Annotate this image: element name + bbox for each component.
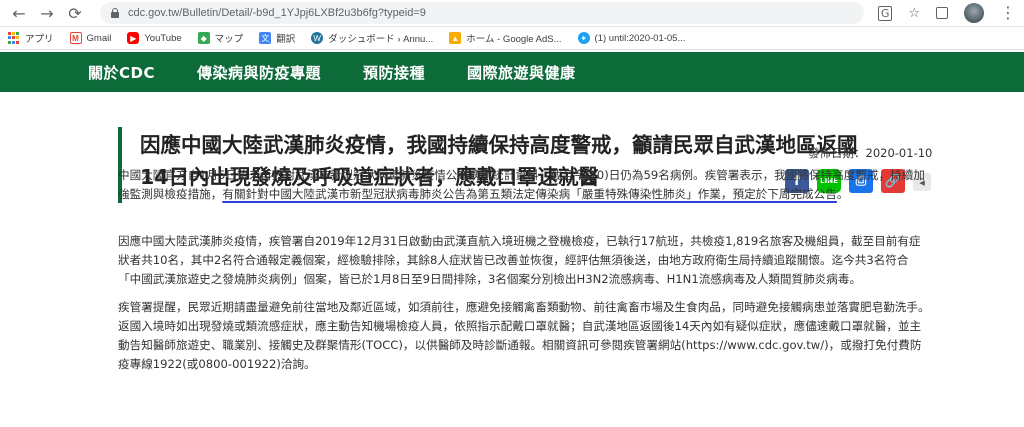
bookmark-twitter[interactable]: ✦ (1) until:2020-01-05... (577, 32, 686, 44)
bookmark-translate[interactable]: 文 翻訳 (259, 31, 295, 45)
extension-icon[interactable] (936, 7, 948, 19)
twitter-icon: ✦ (577, 32, 590, 44)
article-paragraph-2: 因應中國大陸武漢肺炎疫情，疾管署自2019年12月31日啟動由武漢直航入境班機之… (118, 234, 921, 286)
apps-icon (8, 32, 20, 44)
site-nav: 關於CDC 傳染病與防疫專題 預防接種 國際旅遊與健康 (0, 52, 1024, 92)
bookmark-label: ホーム - Google AdS... (466, 34, 562, 45)
bookmark-adsense[interactable]: ▲ ホーム - Google AdS... (449, 31, 562, 45)
bookmark-label: Gmail (86, 32, 112, 44)
highlighted-text: 有關針對中國大陸武漢市新型冠狀病毒肺炎公告為第五類法定傳染病「嚴重特殊傳染性肺炎… (222, 187, 837, 201)
maps-icon: ◆ (197, 32, 210, 44)
translate-bookmark-icon: 文 (259, 32, 272, 44)
profile-avatar[interactable] (964, 3, 984, 23)
toolbar-right: G ☆ ⋮ (877, 3, 1016, 23)
forward-icon[interactable]: → (36, 2, 58, 24)
bookmark-wordpress[interactable]: W ダッシュボード › Annu... (311, 31, 433, 45)
bookmarks-bar: アプリ M Gmail ▶ YouTube ◆ マップ 文 翻訳 W ダッシュボ… (0, 27, 1024, 50)
wordpress-icon: W (311, 32, 324, 44)
article-paragraph-3: 疾管署提醒，民眾近期請盡量避免前往當地及鄰近區域，如須前往，應避免接觸禽畜類動物… (118, 300, 930, 371)
star-icon[interactable]: ☆ (908, 6, 920, 21)
address-bar[interactable]: cdc.gov.tw/Bulletin/Detail/-b9d_1YJpj6LX… (100, 2, 864, 24)
adsense-icon: ▲ (449, 32, 462, 44)
bookmark-label: YouTube (144, 32, 182, 44)
browser-toolbar: ← → ⟳ cdc.gov.tw/Bulletin/Detail/-b9d_1Y… (0, 0, 1024, 27)
publish-date: 發佈日期：2020-01-10 (808, 146, 933, 160)
gmail-icon: M (69, 32, 82, 44)
bookmark-label: マップ (214, 34, 244, 45)
bookmark-label: 翻訳 (276, 34, 296, 45)
more-menu-icon[interactable]: ⋮ (1000, 5, 1016, 21)
bookmark-apps[interactable]: アプリ (8, 31, 54, 45)
bookmark-label: (1) until:2020-01-05... (594, 32, 686, 44)
youtube-icon: ▶ (127, 32, 140, 44)
article-paragraph-1: 中國大陸官方自1月5日後未再針對武漢市新型冠狀病毒肺炎疫情公布病例統計資料，截至… (118, 166, 930, 204)
nav-travel-health[interactable]: 國際旅遊與健康 (467, 62, 576, 83)
reload-icon[interactable]: ⟳ (64, 2, 86, 24)
nav-vaccination[interactable]: 預防接種 (363, 62, 425, 83)
nav-about-cdc[interactable]: 關於CDC (88, 62, 155, 83)
nav-infectious-diseases[interactable]: 傳染病與防疫專題 (197, 62, 321, 83)
back-icon[interactable]: ← (8, 2, 30, 24)
bookmark-gmail[interactable]: M Gmail (69, 32, 112, 44)
paragraph-text: 。 (836, 187, 849, 201)
bookmark-maps[interactable]: ◆ マップ (197, 31, 244, 45)
url-text: cdc.gov.tw/Bulletin/Detail/-b9d_1YJpj6LX… (128, 7, 426, 19)
lock-icon (110, 8, 120, 18)
translate-icon[interactable]: G (877, 5, 893, 21)
bookmark-label: アプリ (25, 34, 54, 45)
bookmark-label: ダッシュボード › Annu... (328, 34, 434, 45)
bookmark-youtube[interactable]: ▶ YouTube (127, 32, 182, 44)
